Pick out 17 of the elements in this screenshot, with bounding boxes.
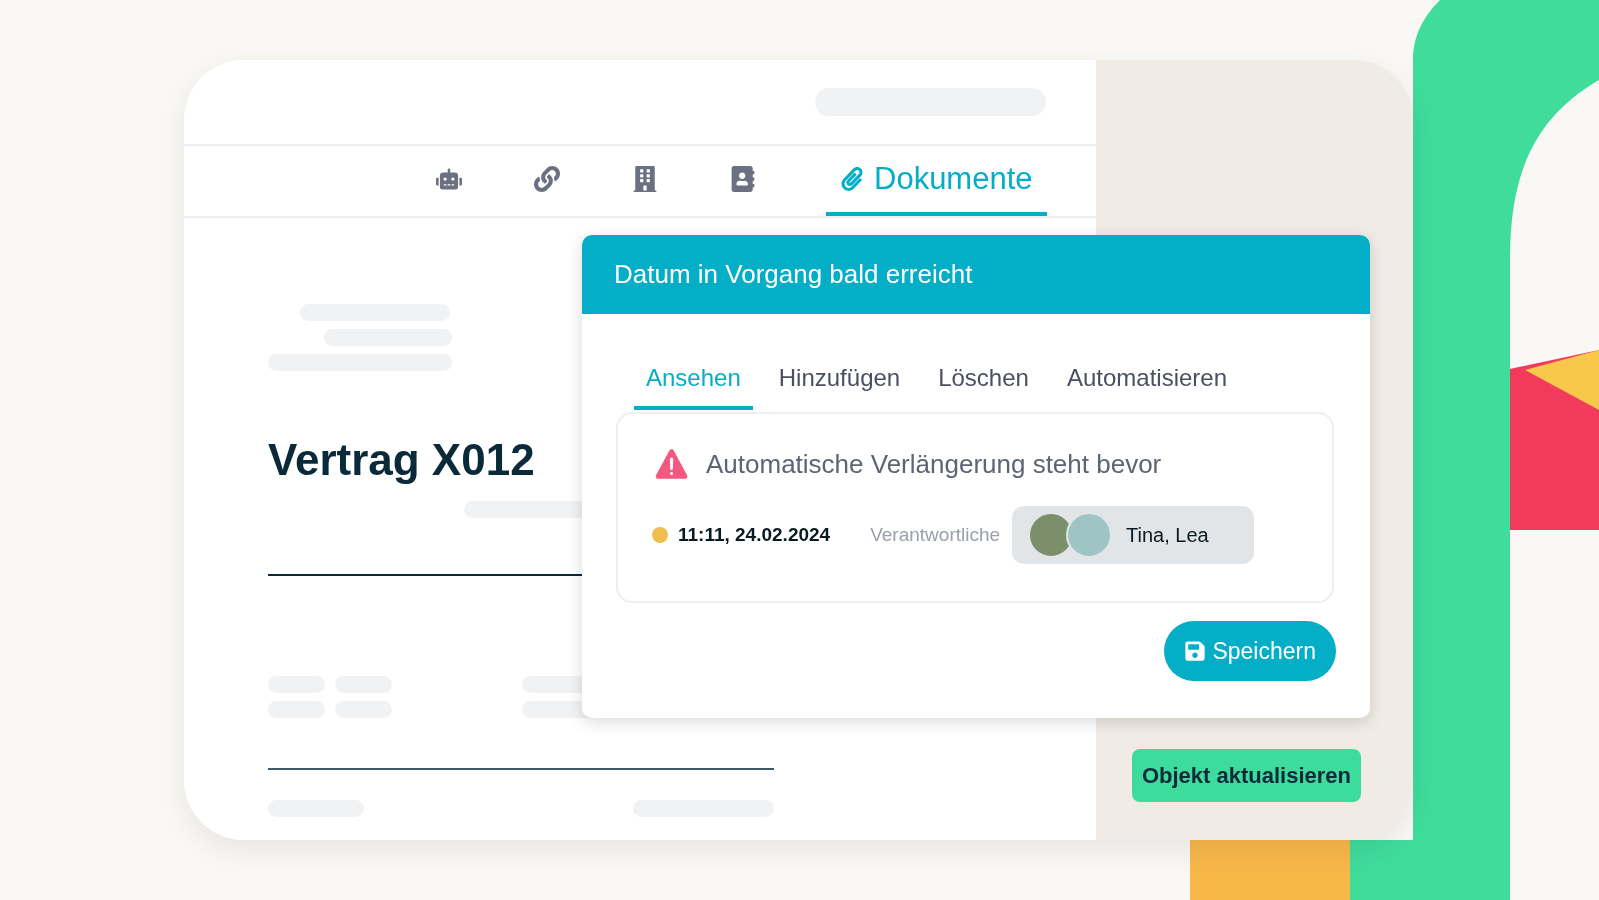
due-date: 11:11, 24.02.2024 — [678, 522, 831, 547]
alert-message: Automatische Verlängerung steht bevor — [706, 447, 1162, 481]
link-icon — [534, 166, 560, 192]
contact-card-icon — [730, 166, 756, 192]
update-object-button[interactable]: Objekt aktualisieren — [1131, 749, 1361, 802]
robot-icon — [436, 166, 462, 192]
paperclip-icon — [840, 167, 864, 191]
assignee-label: Verantwortliche — [870, 522, 1001, 547]
save-icon — [1184, 640, 1207, 662]
building-icon — [632, 166, 658, 192]
assignee-chip[interactable]: Tina, Lea — [1012, 506, 1255, 564]
dialog-tab[interactable]: Hinzufügen — [766, 360, 913, 410]
dialog-tab[interactable]: Löschen — [926, 360, 1041, 410]
assignee-names: Tina, Lea — [1126, 523, 1209, 548]
dialog-title: Datum in Vorgang bald erreicht — [614, 258, 973, 291]
document-title: Vertrag X012 — [268, 434, 535, 486]
dialog-tab[interactable]: Automatisieren — [1054, 360, 1239, 410]
